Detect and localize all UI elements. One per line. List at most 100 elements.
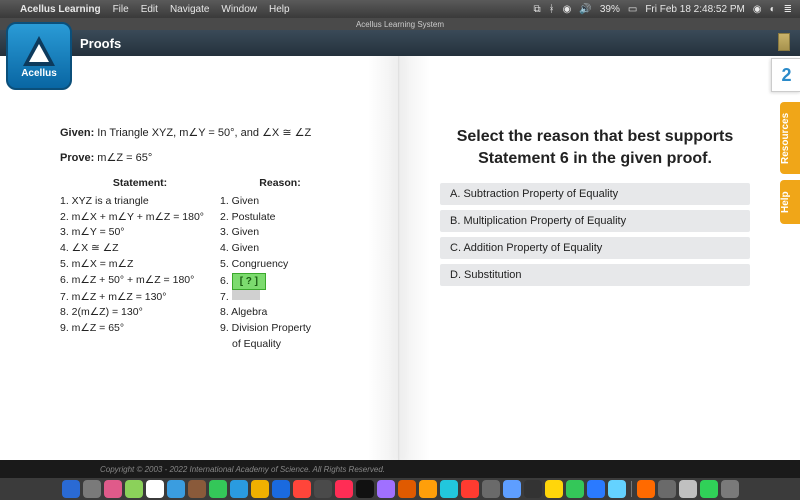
acellus-logo[interactable]: Acellus <box>6 22 72 90</box>
dock-app[interactable] <box>398 480 416 498</box>
dock-app[interactable] <box>419 480 437 498</box>
col-statement: Statement: <box>60 176 220 192</box>
dock-app[interactable] <box>545 480 563 498</box>
page-left: Given: In Triangle XYZ, m∠Y = 50°, and ∠… <box>0 56 398 460</box>
dock-app[interactable] <box>524 480 542 498</box>
lesson-title: Proofs <box>80 36 121 51</box>
dock-app[interactable] <box>272 480 290 498</box>
reason-cell: 5. Congruency <box>220 257 360 273</box>
proof-row: 8. 2(m∠Z) = 130°8. Algebra <box>60 305 370 321</box>
dock-app[interactable] <box>125 480 143 498</box>
reason-cell: of Equality <box>220 337 360 353</box>
statement-cell: 5. m∠X = m∠Z <box>60 257 220 273</box>
given-text: In Triangle XYZ, m∠Y = 50°, and ∠X ≅ ∠Z <box>94 127 311 139</box>
dock-app[interactable] <box>503 480 521 498</box>
proof-table: Statement: Reason: 1. XYZ is a triangle1… <box>60 176 370 353</box>
menu-file[interactable]: File <box>113 4 129 15</box>
proof-row: 3. m∠Y = 50°3. Given <box>60 225 370 241</box>
wifi-icon[interactable]: ◉ <box>563 4 572 15</box>
acellus-label: Acellus <box>21 68 57 79</box>
control-center-icon[interactable]: ≣ <box>784 4 792 15</box>
exit-icon[interactable] <box>778 33 790 51</box>
statement-cell: 9. m∠Z = 65° <box>60 321 220 337</box>
reason-cell: 9. Division Property <box>220 321 360 337</box>
proof-row: 4. ∠X ≅ ∠Z4. Given <box>60 241 370 257</box>
footer: Copyright © 2003 - 2022 International Ac… <box>0 460 800 478</box>
dock-app[interactable] <box>482 480 500 498</box>
dock-separator <box>631 481 632 497</box>
dock-app[interactable] <box>440 480 458 498</box>
help-label: Help <box>780 191 791 213</box>
reason-cell: 2. Postulate <box>220 210 360 226</box>
dock-app[interactable] <box>356 480 374 498</box>
dock-app[interactable] <box>230 480 248 498</box>
dock-app[interactable] <box>679 480 697 498</box>
statement-cell: 3. m∠Y = 50° <box>60 225 220 241</box>
question-prompt: Select the reason that best supports Sta… <box>440 126 750 169</box>
choice-a[interactable]: A. Subtraction Property of Equality <box>440 183 750 205</box>
answer-blank[interactable]: [ ? ] <box>232 273 266 290</box>
battery-text: 39% <box>600 4 620 15</box>
proof-row: 1. XYZ is a triangle1. Given <box>60 194 370 210</box>
user-icon[interactable]: ◉ <box>753 4 762 15</box>
menu-help[interactable]: Help <box>269 4 290 15</box>
proof-row: 5. m∠X = m∠Z5. Congruency <box>60 257 370 273</box>
dock-app[interactable] <box>188 480 206 498</box>
dock-app[interactable] <box>251 480 269 498</box>
dock-app[interactable] <box>566 480 584 498</box>
dock-app[interactable] <box>335 480 353 498</box>
reason-cell: 1. Given <box>220 194 360 210</box>
clock[interactable]: Fri Feb 18 2:48:52 PM <box>645 4 745 15</box>
menu-window[interactable]: Window <box>221 4 257 15</box>
book-content: Given: In Triangle XYZ, m∠Y = 50°, and ∠… <box>0 56 800 460</box>
dock-app[interactable] <box>608 480 626 498</box>
dock-app[interactable] <box>721 480 739 498</box>
dock-app[interactable] <box>587 480 605 498</box>
dock-app[interactable] <box>167 480 185 498</box>
proof-row: 9. m∠Z = 65°9. Division Property <box>60 321 370 337</box>
screencast-icon[interactable]: ⧉ <box>534 4 541 15</box>
dock-app[interactable] <box>83 480 101 498</box>
prove-line: Prove: m∠Z = 65° <box>60 151 370 164</box>
dock-app[interactable] <box>146 480 164 498</box>
step-number: 2 <box>781 65 791 86</box>
mac-menubar: Acellus Learning File Edit Navigate Wind… <box>0 0 800 18</box>
proof-row: of Equality <box>60 337 370 353</box>
reason-cell: 7. <box>220 290 360 306</box>
reason-cell: 8. Algebra <box>220 305 360 321</box>
choice-b[interactable]: B. Multiplication Property of Equality <box>440 210 750 232</box>
dock-app[interactable] <box>293 480 311 498</box>
siri-icon[interactable]: ◐ <box>770 4 776 15</box>
dock-app[interactable] <box>62 480 80 498</box>
menubar-app[interactable]: Acellus Learning <box>20 4 101 15</box>
prove-label: Prove: <box>60 152 94 164</box>
bluetooth-icon[interactable]: ᚼ <box>549 4 555 15</box>
acellus-a-icon <box>23 36 55 66</box>
dock-app[interactable] <box>700 480 718 498</box>
choice-d[interactable]: D. Substitution <box>440 264 750 286</box>
statement-cell: 4. ∠X ≅ ∠Z <box>60 241 220 257</box>
resources-tab[interactable]: Resources <box>780 102 800 174</box>
dock-app[interactable] <box>658 480 676 498</box>
help-tab[interactable]: Help <box>780 180 800 224</box>
dock-app[interactable] <box>637 480 655 498</box>
proof-row: 2. m∠X + m∠Y + m∠Z = 180°2. Postulate <box>60 210 370 226</box>
col-reason: Reason: <box>220 176 340 192</box>
given-line: Given: In Triangle XYZ, m∠Y = 50°, and ∠… <box>60 126 370 139</box>
volume-icon[interactable]: 🔊 <box>579 4 591 15</box>
proof-row: 6. m∠Z + 50° + m∠Z = 180°6. [ ? ] <box>60 273 370 290</box>
dock-app[interactable] <box>104 480 122 498</box>
dock-app[interactable] <box>209 480 227 498</box>
dock-app[interactable] <box>461 480 479 498</box>
given-label: Given: <box>60 127 94 139</box>
dock-app[interactable] <box>377 480 395 498</box>
dock-app[interactable] <box>314 480 332 498</box>
reason-cell: 4. Given <box>220 241 360 257</box>
menu-edit[interactable]: Edit <box>141 4 158 15</box>
statement-cell: 2. m∠X + m∠Y + m∠Z = 180° <box>60 210 220 226</box>
choice-c[interactable]: C. Addition Property of Equality <box>440 237 750 259</box>
menu-navigate[interactable]: Navigate <box>170 4 209 15</box>
copyright-text: Copyright © 2003 - 2022 International Ac… <box>100 465 385 474</box>
page-right: Select the reason that best supports Sta… <box>400 56 800 460</box>
statement-cell: 8. 2(m∠Z) = 130° <box>60 305 220 321</box>
